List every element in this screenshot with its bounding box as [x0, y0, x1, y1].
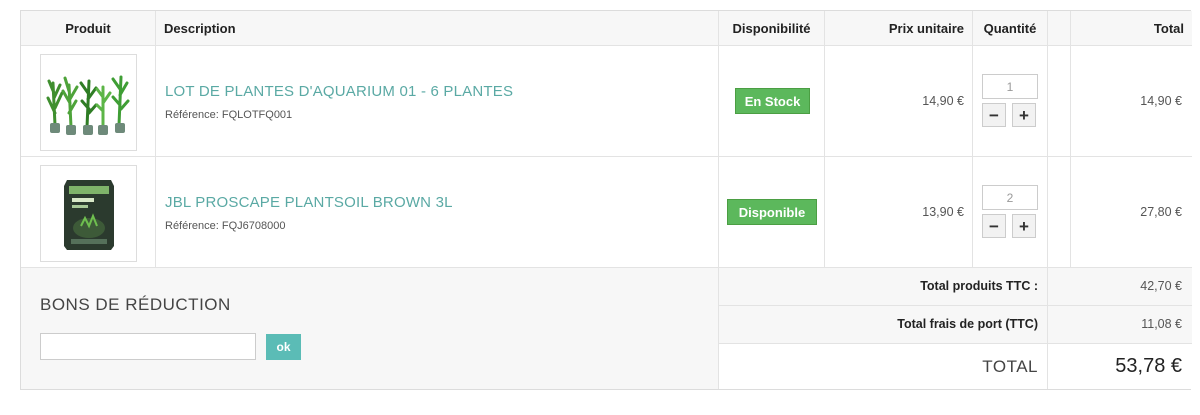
status-badge: En Stock — [735, 88, 810, 114]
reference-label: Référence: — [165, 109, 219, 121]
soil-bag-icon — [63, 179, 114, 250]
header-quantity: Quantité — [973, 11, 1048, 46]
header-spacer — [1048, 11, 1071, 46]
grand-total-label: TOTAL — [982, 357, 1038, 376]
quantity-input[interactable] — [982, 74, 1038, 99]
header-description-label: Description — [164, 20, 236, 36]
reference-code: FQLOTFQ001 — [221, 109, 293, 121]
unit-price: 14,90 € — [922, 94, 964, 108]
header-quantity-label: Quantité — [983, 20, 1037, 36]
line-total: 27,80 € — [1140, 205, 1182, 219]
header-total-label: Total — [1153, 20, 1184, 36]
voucher-ok-button[interactable]: ok — [266, 334, 301, 360]
summary-shipping-value: 11,08 € — [1141, 317, 1182, 331]
header-unit-price-label: Prix unitaire — [888, 20, 964, 36]
header-availability-label: Disponibilité — [732, 20, 811, 36]
row-quantity-cell — [973, 46, 1048, 157]
row-description-cell — [156, 157, 719, 268]
quantity-increment-button[interactable]: + — [1012, 103, 1036, 127]
line-total: 14,90 € — [1140, 94, 1182, 108]
unit-price: 13,90 € — [922, 205, 964, 219]
row-quantity-cell — [973, 157, 1048, 268]
header-product: Produit — [21, 11, 156, 46]
reference-code: FQJ6708000 — [221, 220, 286, 232]
header-description: Description — [156, 11, 719, 46]
header-unit-price: Prix unitaire — [825, 11, 973, 46]
row-description-cell — [156, 46, 719, 157]
voucher-section — [21, 268, 719, 389]
quantity-increment-button[interactable]: + — [1012, 214, 1036, 238]
summary-shipping-label: Total frais de port (TTC) — [897, 317, 1038, 331]
quantity-input[interactable] — [982, 185, 1038, 210]
voucher-title: BONS DE RÉDUCTION — [40, 295, 231, 314]
product-reference: Référence: FQJ6708000 — [165, 220, 285, 232]
reference-label: Référence: — [165, 220, 219, 232]
product-name-link[interactable]: LOT DE PLANTES D'AQUARIUM 01 - 6 PLANTES — [165, 83, 513, 100]
summary-products-value: 42,70 € — [1140, 279, 1182, 293]
status-badge: Disponible — [727, 199, 817, 225]
header-availability: Disponibilité — [719, 11, 825, 46]
grand-total-value: 53,78 € — [1115, 355, 1182, 377]
product-image[interactable] — [40, 165, 137, 262]
summary-products-label: Total produits TTC : — [920, 279, 1038, 293]
header-product-label: Produit — [65, 20, 111, 36]
voucher-code-input[interactable] — [40, 333, 256, 360]
quantity-decrement-button[interactable]: − — [982, 103, 1006, 127]
quantity-decrement-button[interactable]: − — [982, 214, 1006, 238]
product-reference: Référence: FQLOTFQ001 — [165, 109, 292, 121]
header-total: Total — [1071, 11, 1192, 46]
cart-table: Produit Description Disponibilité Prix u… — [20, 10, 1192, 390]
aquarium-plants-icon — [46, 75, 129, 135]
row-spacer-cell — [1048, 46, 1071, 157]
row-spacer-cell — [1048, 157, 1071, 268]
product-name-link[interactable]: JBL PROSCAPE PLANTSOIL BROWN 3L — [165, 194, 453, 211]
product-image[interactable] — [40, 54, 137, 151]
